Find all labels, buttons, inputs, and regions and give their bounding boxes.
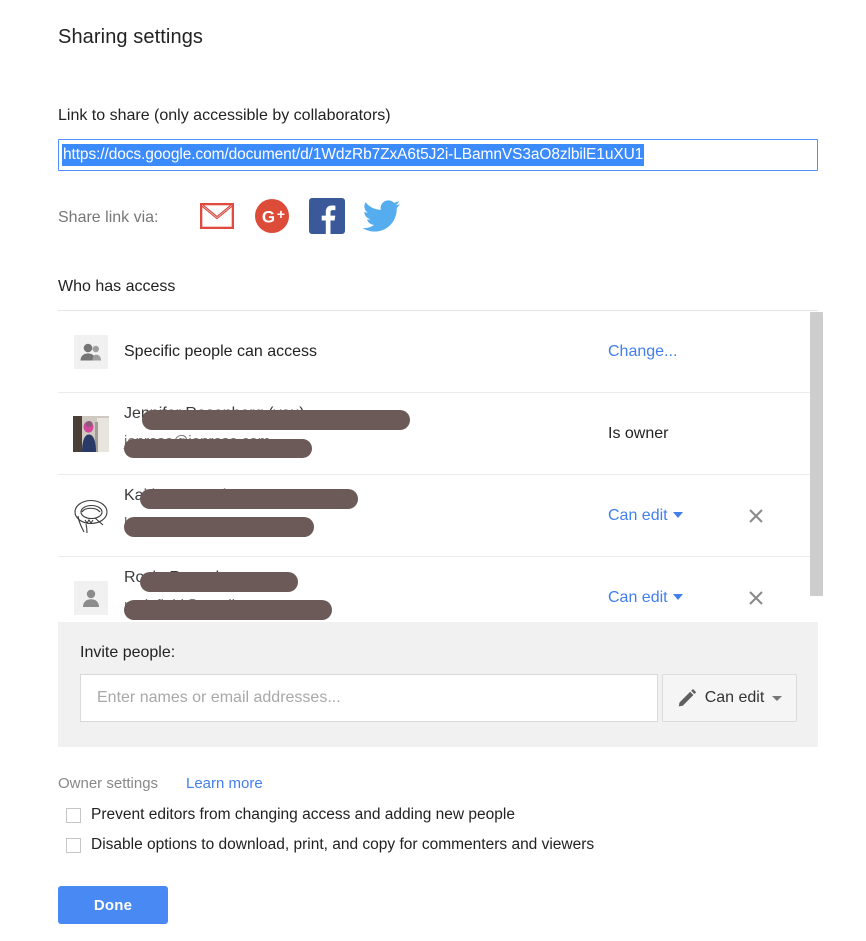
avatar bbox=[73, 415, 109, 452]
checkbox-label: Prevent editors from changing access and… bbox=[91, 806, 515, 823]
checkbox-input[interactable] bbox=[66, 837, 81, 853]
avatar-cell bbox=[58, 580, 124, 615]
avatar bbox=[71, 496, 111, 535]
done-button[interactable]: Done bbox=[58, 886, 168, 924]
svg-text:+: + bbox=[277, 206, 285, 222]
access-row-specific-people[interactable]: Specific people can access Change... bbox=[58, 311, 818, 393]
permission-label: Can edit bbox=[608, 588, 668, 606]
facebook-icon[interactable] bbox=[307, 196, 347, 236]
avatar-cell bbox=[58, 496, 124, 535]
row-action: Can edit bbox=[608, 475, 818, 556]
checkbox-prevent-editors[interactable]: Prevent editors from changing access and… bbox=[66, 806, 515, 824]
google-plus-icon[interactable]: G + bbox=[252, 196, 292, 236]
pencil-icon bbox=[678, 689, 696, 707]
social-share-row: G + bbox=[197, 196, 402, 236]
people-icon bbox=[74, 334, 108, 369]
invite-people-label: Invite people: bbox=[80, 644, 176, 661]
redaction-blob bbox=[124, 517, 314, 537]
invite-people-input[interactable]: Enter names or email addresses... bbox=[80, 674, 658, 722]
access-row-collaborator[interactable]: Kaitlyn Rosenberg krosenberg@gmail.com C… bbox=[58, 475, 818, 557]
row-action: Change... bbox=[608, 311, 818, 392]
invite-permission-dropdown[interactable]: Can edit bbox=[662, 674, 797, 722]
redacted-identity: Rosie Rosenberg rosiefield@gmail.com bbox=[124, 569, 584, 627]
checkbox-label: Disable options to download, print, and … bbox=[91, 836, 595, 853]
chevron-down-icon bbox=[672, 593, 683, 600]
row-content: Specific people can access bbox=[124, 311, 608, 392]
access-row-owner[interactable]: Jennifer Rosenberg (you) jenrose@jenrose… bbox=[58, 393, 818, 475]
change-access-link[interactable]: Change... bbox=[608, 343, 677, 361]
owner-settings-label: Owner settings bbox=[58, 775, 159, 792]
permission-label: Can edit bbox=[608, 506, 668, 524]
row-content: Kaitlyn Rosenberg krosenberg@gmail.com bbox=[124, 475, 608, 556]
invite-people-panel: Invite people: Enter names or email addr… bbox=[58, 622, 818, 747]
remove-collaborator-button[interactable] bbox=[746, 506, 766, 526]
row-content: Jennifer Rosenberg (you) jenrose@jenrose… bbox=[124, 393, 608, 474]
redacted-identity: Jennifer Rosenberg (you) jenrose@jenrose… bbox=[124, 405, 584, 463]
twitter-icon[interactable] bbox=[362, 196, 402, 236]
access-list: Specific people can access Change... Is … bbox=[58, 310, 818, 620]
permission-dropdown[interactable]: Can edit bbox=[608, 589, 683, 607]
share-link-value: https://docs.google.com/document/d/1WdzR… bbox=[62, 144, 645, 166]
redaction-blob bbox=[142, 410, 410, 430]
chevron-down-icon bbox=[772, 695, 783, 701]
avatar-cell bbox=[58, 334, 124, 369]
sharing-settings-dialog: Sharing settings Link to share (only acc… bbox=[0, 0, 866, 941]
link-to-share-label: Link to share (only accessible by collab… bbox=[58, 107, 391, 124]
invite-input-placeholder: Enter names or email addresses... bbox=[97, 689, 341, 706]
page-title: Sharing settings bbox=[58, 26, 204, 48]
who-has-access-label: Who has access bbox=[58, 278, 176, 295]
svg-text:G: G bbox=[262, 208, 275, 227]
scrollbar-thumb[interactable] bbox=[810, 312, 823, 596]
remove-collaborator-button[interactable] bbox=[746, 588, 766, 608]
owner-status-label: Is owner bbox=[608, 424, 669, 442]
redaction-blob bbox=[140, 572, 298, 592]
chevron-down-icon bbox=[672, 511, 683, 518]
access-row-label: Specific people can access bbox=[124, 342, 317, 360]
permission-dropdown[interactable]: Can edit bbox=[608, 507, 683, 525]
row-action: Is owner bbox=[608, 393, 818, 474]
checkbox-input[interactable] bbox=[66, 807, 81, 823]
learn-more-link[interactable]: Learn more bbox=[186, 775, 263, 792]
redacted-identity: Kaitlyn Rosenberg krosenberg@gmail.com bbox=[124, 487, 584, 545]
redaction-blob bbox=[124, 439, 312, 458]
gmail-icon[interactable] bbox=[197, 196, 237, 236]
redaction-blob bbox=[140, 489, 358, 509]
share-link-input[interactable]: https://docs.google.com/document/d/1WdzR… bbox=[58, 139, 818, 171]
invite-permission-label: Can edit bbox=[704, 689, 765, 706]
access-list-scrollbar[interactable] bbox=[810, 312, 823, 602]
avatar-cell bbox=[58, 415, 124, 452]
checkbox-disable-download[interactable]: Disable options to download, print, and … bbox=[66, 836, 594, 854]
share-link-via-label: Share link via: bbox=[58, 209, 159, 226]
redaction-blob bbox=[124, 600, 332, 620]
person-icon bbox=[74, 580, 108, 615]
